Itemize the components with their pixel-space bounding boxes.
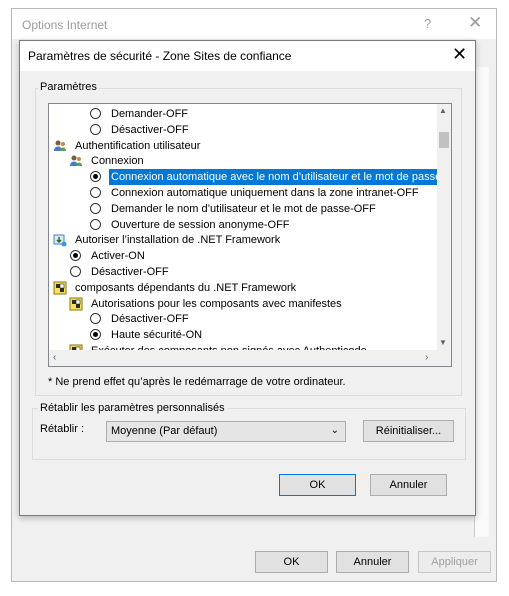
tree-category: Connexion <box>49 153 437 169</box>
scroll-down-icon[interactable]: ▼ <box>439 338 447 347</box>
tree-option[interactable]: Désactiver-OFF <box>49 264 437 280</box>
tree-category: Exécuter des composants non signés avec … <box>49 343 437 350</box>
tree-category: Autorisations pour les composants avec m… <box>49 296 437 312</box>
tree-item-label: Exécuter des composants non signés avec … <box>91 343 367 350</box>
restart-note: * Ne prend effet qu’après le redémarrage… <box>48 376 346 388</box>
components-icon <box>53 281 67 295</box>
horizontal-scrollbar[interactable]: ‹ › <box>49 350 437 366</box>
tree-option[interactable]: Connexion automatique uniquement dans la… <box>49 185 437 201</box>
radio-button[interactable] <box>90 218 101 230</box>
tree-item-label: Haute sécurité-ON <box>111 329 203 342</box>
tree-item-label: Autorisations pour les composants avec m… <box>91 297 342 310</box>
outer-ok-button[interactable]: OK <box>255 551 328 573</box>
security-settings-dialog: Paramètres de sécurité - Zone Sites de c… <box>19 40 476 516</box>
tree-option[interactable]: Connexion automatique avec le nom d’util… <box>49 169 437 186</box>
tree-category: composants dépendants du .NET Framework <box>49 280 437 296</box>
tree-item-label: Désactiver-OFF <box>91 266 169 278</box>
tree-option[interactable]: Demander-OFF <box>49 106 437 122</box>
outer-titlebar: Options Internet ? ✕ <box>12 9 496 39</box>
tree-item-label: Connexion automatique avec le nom d’util… <box>109 169 437 186</box>
settings-tree-content: Demander-OFF Désactiver-OFF Authentificati… <box>49 104 437 350</box>
tree-item-label: Autoriser l’installation de .NET Framewo… <box>75 234 281 247</box>
tree-item-label: Demander le nom d’utilisateur et le mot … <box>111 202 376 215</box>
scroll-up-icon[interactable]: ▲ <box>439 106 447 115</box>
install-icon <box>53 233 67 247</box>
scrollbar-thumb[interactable] <box>439 132 449 148</box>
outer-cancel-button[interactable]: Annuler <box>336 551 409 573</box>
scroll-left-icon[interactable]: ‹ <box>53 352 56 363</box>
tree-item-label: Connexion <box>91 155 144 168</box>
dialog-ok-button[interactable]: OK <box>279 474 356 496</box>
tree-option[interactable]: Activer-ON <box>49 248 437 264</box>
tree-option[interactable]: Désactiver-OFF <box>49 122 437 138</box>
tree-option[interactable]: Ouverture de session anonyme-OFF <box>49 217 437 233</box>
reset-label: Rétablir : <box>40 423 85 435</box>
chevron-down-icon: ⌄ <box>330 425 339 436</box>
dialog-titlebar: Paramètres de sécurité - Zone Sites de c… <box>20 41 475 71</box>
reset-button[interactable]: Réinitialiser... <box>363 420 454 442</box>
components-icon <box>69 297 83 311</box>
outer-close-icon[interactable]: ✕ <box>468 13 482 33</box>
users-icon <box>69 154 83 168</box>
dialog-close-icon[interactable]: ✕ <box>452 44 467 65</box>
settings-group-label: Paramètres <box>38 81 99 93</box>
radio-button[interactable] <box>70 250 81 262</box>
tree-item-label: composants dépendants du .NET Framework <box>75 281 297 294</box>
dialog-title: Paramètres de sécurité - Zone Sites de c… <box>28 49 292 63</box>
settings-tree[interactable]: Demander-OFF Désactiver-OFF Authentificati… <box>48 103 452 367</box>
outer-window-title: Options Internet <box>22 18 108 32</box>
radio-button[interactable] <box>70 266 81 277</box>
reset-group-label: Rétablir les paramètres personnalisés <box>38 402 227 414</box>
outer-apply-button[interactable]: Appliquer <box>418 551 491 573</box>
tree-category: Autoriser l’installation de .NET Framewo… <box>49 232 437 248</box>
tree-item-label: Désactiver-OFF <box>111 313 189 326</box>
radio-button[interactable] <box>90 123 101 135</box>
radio-button[interactable] <box>90 187 101 198</box>
reset-level-select[interactable]: Moyenne (Par défaut) ⌄ <box>106 421 346 442</box>
outer-panel-edge <box>474 67 489 537</box>
scrollbar-corner <box>437 350 451 366</box>
tree-option[interactable]: Désactiver-OFF <box>49 311 437 327</box>
tree-item-label: Ouverture de session anonyme-OFF <box>111 218 290 231</box>
tree-item-label: Demander-OFF <box>111 108 189 120</box>
users-icon <box>53 139 67 153</box>
radio-button[interactable] <box>90 313 101 325</box>
vertical-scrollbar[interactable]: ▲ ▼ <box>437 104 451 350</box>
tree-item-label: Désactiver-OFF <box>111 123 189 136</box>
tree-category: Authentification utilisateur <box>49 138 437 154</box>
reset-level-value: Moyenne (Par défaut) <box>111 425 218 437</box>
tree-item-label: Activer-ON <box>91 250 145 263</box>
tree-option[interactable]: Haute sécurité-ON <box>49 327 437 343</box>
radio-button[interactable] <box>90 171 101 183</box>
tree-item-label: Authentification utilisateur <box>75 139 201 152</box>
tree-option[interactable]: Demander le nom d’utilisateur et le mot … <box>49 201 437 217</box>
radio-button[interactable] <box>90 329 101 341</box>
dialog-cancel-button[interactable]: Annuler <box>370 474 447 496</box>
help-icon[interactable]: ? <box>424 16 431 31</box>
scroll-right-icon[interactable]: › <box>425 352 428 363</box>
radio-button[interactable] <box>90 202 101 214</box>
tree-item-label: Connexion automatique uniquement dans la… <box>111 187 419 199</box>
radio-button[interactable] <box>90 108 101 119</box>
